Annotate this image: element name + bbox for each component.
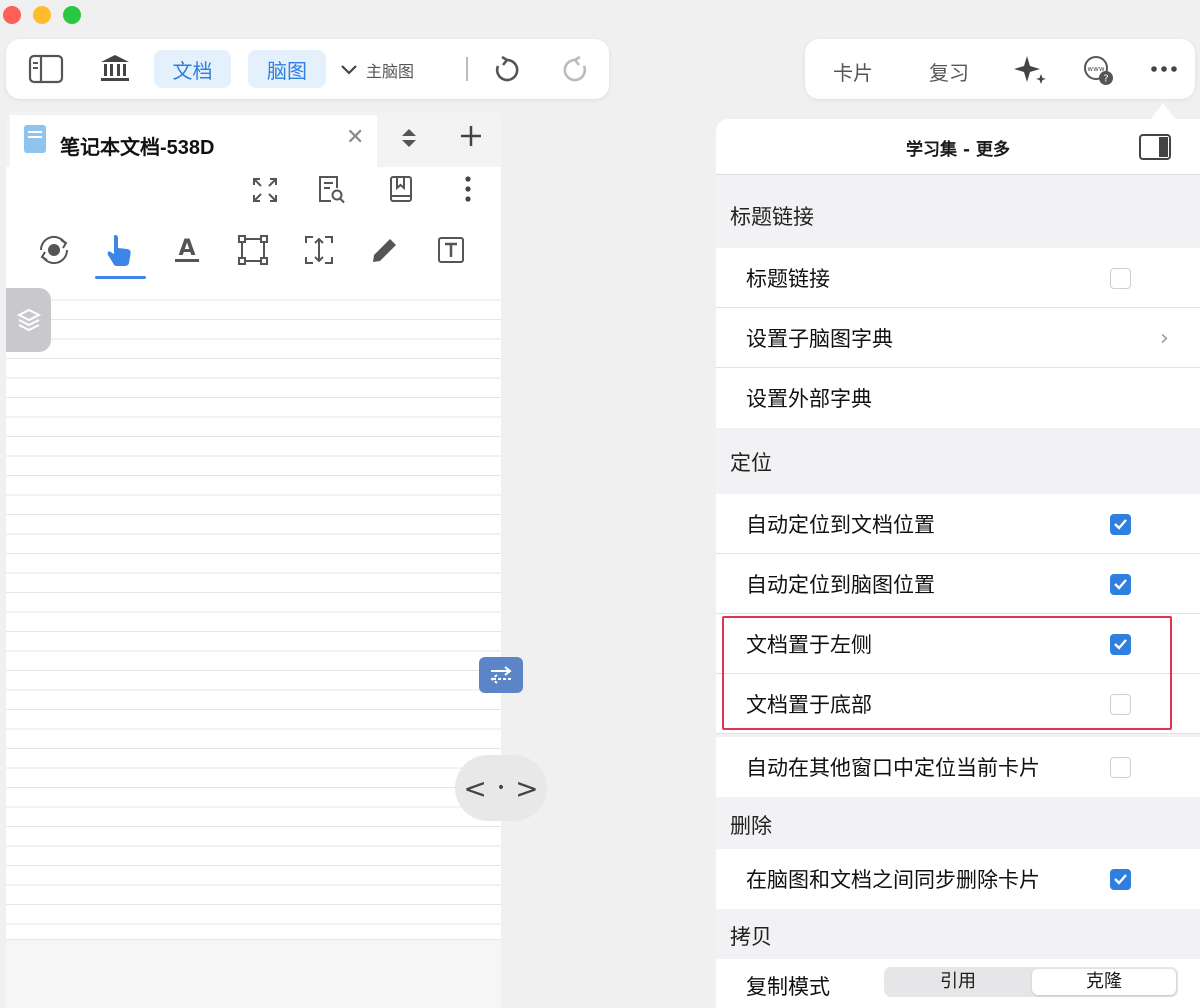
right-toolbar: 卡片 复习 www?	[805, 39, 1195, 99]
document-panel-footer	[6, 939, 501, 1008]
checkmark-icon	[1114, 519, 1127, 530]
document-panel: 笔记本文档-538D ✕ A	[6, 111, 501, 1008]
checkmark-icon	[1114, 874, 1127, 885]
toolbar-divider	[466, 57, 468, 81]
hand-pointer-icon[interactable]	[102, 231, 138, 269]
more-icon[interactable]	[1149, 59, 1179, 79]
active-tool-indicator	[95, 276, 146, 279]
web-help-icon[interactable]: www?	[1081, 53, 1115, 87]
mindmap-dropdown[interactable]: 主脑图	[340, 57, 414, 83]
checkbox-auto-locate-doc[interactable]	[1110, 513, 1131, 535]
layers-button[interactable]	[6, 288, 51, 352]
svg-text:A: A	[178, 236, 195, 261]
swap-arrows-icon	[490, 666, 512, 684]
code-nav-pill[interactable]: < • >	[455, 755, 547, 821]
mindmap-dropdown-label: 主脑图	[366, 62, 415, 81]
row-label: 复制模式	[746, 975, 830, 999]
doc-search-icon[interactable]	[316, 173, 346, 205]
fullscreen-icon[interactable]	[250, 175, 280, 205]
row-separator	[716, 733, 1200, 734]
undo-icon[interactable]	[492, 55, 522, 85]
row-external-dict[interactable]: 设置外部字典	[716, 368, 1200, 428]
row-label: 设置外部字典	[746, 387, 872, 411]
section-delete: 删除	[730, 814, 772, 838]
review-button[interactable]: 复习	[929, 57, 969, 86]
checkmark-icon	[1114, 579, 1127, 590]
checkbox-auto-locate-other[interactable]	[1110, 756, 1131, 778]
minimize-window-button[interactable]	[33, 6, 51, 24]
row-heading-link[interactable]: 标题链接	[716, 248, 1200, 308]
pencil-icon[interactable]	[368, 233, 402, 267]
redo-icon[interactable]	[560, 55, 590, 85]
row-label: 在脑图和文档之间同步删除卡片	[746, 868, 1040, 892]
crop-expand-icon[interactable]	[302, 231, 336, 269]
row-label: 自动定位到文档位置	[746, 513, 935, 537]
rect-select-icon[interactable]	[236, 233, 270, 267]
notebook-icon	[24, 125, 46, 153]
row-sync-delete[interactable]: 在脑图和文档之间同步删除卡片	[716, 849, 1200, 909]
highlight-box	[722, 616, 1172, 730]
settings-header: 学习集 - 更多	[716, 119, 1200, 175]
add-tab-icon[interactable]	[456, 121, 486, 151]
svg-text:?: ?	[1103, 74, 1108, 85]
doc-more-icon[interactable]	[458, 173, 478, 205]
ai-sparkle-icon[interactable]	[1013, 53, 1049, 87]
checkbox-auto-locate-map[interactable]	[1110, 573, 1131, 595]
section-locate: 定位	[730, 451, 772, 475]
mindmap-mode-button[interactable]: 脑图	[248, 50, 326, 88]
sidebar-toggle-icon[interactable]	[28, 53, 64, 85]
settings-popover: 学习集 - 更多 标题链接 标题链接 设置子脑图字典 › 设置外部字典 定位 自…	[716, 119, 1200, 1008]
checkbox-sync-delete[interactable]	[1110, 868, 1131, 890]
library-icon[interactable]	[98, 52, 132, 84]
row-label: 设置子脑图字典	[746, 327, 893, 351]
copy-mode-reference[interactable]: 引用	[886, 969, 1030, 995]
row-label: 标题链接	[746, 267, 830, 291]
settings-title: 学习集 - 更多	[906, 140, 1010, 160]
popover-arrow	[1150, 103, 1176, 120]
close-window-button[interactable]	[3, 6, 21, 24]
main-toolbar: 文档 脑图 主脑图	[6, 39, 609, 99]
bookmark-book-icon[interactable]	[386, 173, 416, 205]
swap-layout-button[interactable]	[479, 657, 523, 693]
document-content[interactable]	[6, 281, 501, 941]
copy-mode-clone[interactable]: 克隆	[1032, 969, 1176, 995]
close-tab-icon[interactable]: ✕	[346, 125, 364, 150]
chevron-right-icon: ›	[1160, 325, 1169, 351]
document-tab[interactable]: 笔记本文档-538D ✕	[10, 115, 377, 167]
section-copy: 拷贝	[730, 925, 772, 949]
row-auto-locate-other[interactable]: 自动在其他窗口中定位当前卡片	[716, 737, 1200, 797]
chevron-left-icon[interactable]: <	[463, 772, 486, 805]
checkbox-heading-link[interactable]	[1110, 267, 1131, 289]
row-sub-mindmap-dict[interactable]: 设置子脑图字典 ›	[716, 308, 1200, 368]
row-copy-mode: 复制模式 引用 克隆	[716, 959, 1200, 1008]
layers-icon	[16, 308, 41, 332]
text-highlight-icon[interactable]: A	[170, 233, 204, 267]
cards-button[interactable]: 卡片	[833, 57, 873, 86]
svg-text:www: www	[1087, 65, 1104, 73]
row-label: 自动定位到脑图位置	[746, 573, 935, 597]
chevron-right-icon[interactable]: >	[515, 772, 538, 805]
doc-mode-button[interactable]: 文档	[154, 50, 231, 88]
zoom-window-button[interactable]	[63, 6, 81, 24]
row-label: 自动在其他窗口中定位当前卡片	[746, 756, 1040, 780]
text-box-icon[interactable]	[434, 233, 468, 267]
section-heading-link: 标题链接	[730, 205, 814, 229]
copy-mode-segmented-control[interactable]: 引用 克隆	[884, 967, 1178, 997]
row-auto-locate-doc[interactable]: 自动定位到文档位置	[716, 494, 1200, 554]
tab-sort-icon[interactable]	[398, 123, 420, 153]
sync-settings-icon[interactable]	[34, 233, 74, 267]
document-title: 笔记本文档-538D	[60, 137, 215, 159]
row-auto-locate-map[interactable]: 自动定位到脑图位置	[716, 554, 1200, 614]
chevron-down-icon	[341, 65, 357, 75]
dot-icon: •	[496, 780, 506, 796]
panel-toggle-icon[interactable]	[1138, 133, 1172, 161]
